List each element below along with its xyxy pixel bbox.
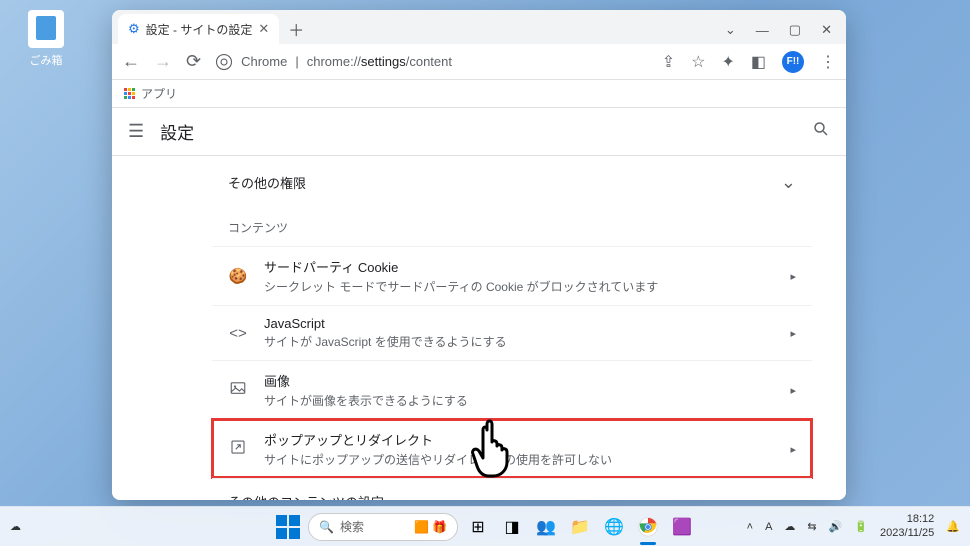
js-title: JavaScript [264, 316, 774, 331]
row-other-content-settings[interactable]: その他のコンテンツの設定 ⌄ [212, 478, 812, 500]
teams-icon[interactable]: 👥 [532, 513, 560, 541]
address-bar[interactable]: Chrome | chrome://settings/content [215, 53, 648, 71]
chevron-right-icon: ▸ [790, 327, 796, 340]
content-category-label: コンテンツ [212, 205, 812, 246]
chevron-down-icon: ⌄ [781, 172, 796, 193]
chevron-right-icon: ▸ [790, 270, 796, 283]
explorer-icon[interactable]: 📁 [566, 513, 594, 541]
js-desc: サイトが JavaScript を使用できるようにする [264, 333, 774, 350]
bookmarks-bar: アプリ [112, 80, 846, 108]
recycle-bin-label: ごみ箱 [28, 52, 64, 68]
browser-tab[interactable]: ⚙ 設定 - サイトの設定 ✕ [118, 14, 279, 44]
profile-avatar[interactable]: F!! [782, 51, 804, 73]
menu-icon[interactable]: ⋮ [820, 52, 836, 72]
code-icon: <> [228, 325, 248, 342]
chevron-down-icon[interactable]: ⌄ [725, 22, 736, 38]
chrome-icon [215, 53, 233, 71]
cookie-desc: シークレット モードでサードパーティの Cookie がブロックされています [264, 278, 774, 295]
chevron-down-icon: ⌄ [781, 491, 796, 500]
popup-icon [228, 438, 248, 460]
url-toolbar: ← → ⟳ Chrome | chrome://settings/content… [112, 44, 846, 80]
recycle-bin-icon [28, 10, 64, 48]
search-placeholder: 検索 [340, 518, 364, 535]
url-chip: Chrome [241, 54, 287, 69]
other-content-label: その他のコンテンツの設定 [228, 492, 384, 500]
close-button[interactable]: ✕ [821, 22, 832, 38]
cookie-title: サードパーティ Cookie [264, 257, 774, 276]
wifi-icon[interactable]: ⇆ [807, 520, 816, 533]
weather-widget[interactable]: ☁ [10, 520, 21, 533]
hamburger-menu[interactable]: ☰ [128, 121, 144, 142]
titlebar: ⚙ 設定 - サイトの設定 ✕ ＋ ⌄ ― ▢ ✕ [112, 10, 846, 44]
settings-header: ☰ 設定 [112, 108, 846, 156]
other-permissions-label: その他の権限 [228, 173, 306, 192]
clock[interactable]: 18:12 2023/11/25 [880, 513, 934, 539]
apps-icon[interactable] [124, 88, 135, 99]
row-other-permissions[interactable]: その他の権限 ⌄ [212, 160, 812, 205]
edge-icon[interactable]: 🌐 [600, 513, 628, 541]
tab-title: 設定 - サイトの設定 [146, 21, 253, 38]
row-images[interactable]: 画像 サイトが画像を表示できるようにする ▸ [212, 360, 812, 419]
new-tab-button[interactable]: ＋ [283, 16, 309, 42]
ime-indicator[interactable]: A [765, 521, 772, 533]
row-third-party-cookies[interactable]: 🍪 サードパーティ Cookie シークレット モードでサードパーティの Coo… [212, 246, 812, 305]
date: 2023/11/25 [880, 527, 934, 540]
popup-desc: サイトにポップアップの送信やリダイレクトの使用を許可しない [264, 451, 774, 468]
sidepanel-icon[interactable]: ◧ [751, 52, 766, 72]
volume-icon[interactable]: 🔊 [829, 520, 843, 533]
page-title: 設定 [160, 119, 194, 144]
gear-icon: ⚙ [128, 21, 140, 37]
chevron-right-icon: ▸ [790, 443, 796, 456]
chrome-icon[interactable] [634, 513, 662, 541]
recycle-bin[interactable]: ごみ箱 [28, 10, 64, 68]
maximize-button[interactable]: ▢ [789, 22, 801, 38]
tab-close-icon[interactable]: ✕ [258, 21, 269, 37]
chevron-right-icon: ▸ [790, 384, 796, 397]
cloud-icon[interactable]: ☁ [784, 520, 795, 533]
share-icon[interactable]: ⇪ [662, 52, 675, 72]
row-javascript[interactable]: <> JavaScript サイトが JavaScript を使用できるようにす… [212, 305, 812, 360]
weather-icon: ☁ [10, 520, 21, 533]
battery-icon[interactable]: 🔋 [854, 520, 868, 533]
taskbar-search[interactable]: 🔍 検索 🟧🎁 [308, 513, 458, 541]
forward-button[interactable]: → [154, 51, 172, 72]
settings-content[interactable]: その他の権限 ⌄ コンテンツ 🍪 サードパーティ Cookie シークレット モ… [112, 156, 846, 500]
popup-title: ポップアップとリダイレクト [264, 430, 774, 449]
apps-label[interactable]: アプリ [141, 85, 177, 102]
row-popups-redirects[interactable]: ポップアップとリダイレクト サイトにポップアップの送信やリダイレクトの使用を許可… [212, 419, 812, 478]
start-button[interactable] [274, 513, 302, 541]
reload-button[interactable]: ⟳ [186, 51, 201, 72]
search-icon[interactable] [812, 120, 830, 143]
extensions-icon[interactable]: ✦ [721, 52, 734, 72]
images-title: 画像 [264, 371, 774, 390]
search-icon: 🔍 [319, 520, 334, 534]
time: 18:12 [880, 513, 934, 526]
app-icon-purple[interactable]: 🟪 [668, 513, 696, 541]
taskbar: ☁ 🔍 検索 🟧🎁 ⊞ ◨ 👥 📁 🌐 🟪 ˄ A ☁ ⇆ 🔊 🔋 18:12 … [0, 506, 970, 546]
app-icon[interactable]: ◨ [498, 513, 526, 541]
task-view-icon[interactable]: ⊞ [464, 513, 492, 541]
overflow-icon[interactable]: ˄ [747, 521, 753, 533]
star-icon[interactable]: ☆ [691, 52, 705, 72]
images-desc: サイトが画像を表示できるようにする [264, 392, 774, 409]
cookie-icon: 🍪 [228, 267, 248, 285]
image-icon [228, 379, 248, 401]
back-button[interactable]: ← [122, 51, 140, 72]
browser-window: ⚙ 設定 - サイトの設定 ✕ ＋ ⌄ ― ▢ ✕ ← → ⟳ Chrome |… [112, 10, 846, 500]
minimize-button[interactable]: ― [756, 23, 769, 38]
notifications-icon[interactable]: 🔔 [946, 520, 960, 533]
